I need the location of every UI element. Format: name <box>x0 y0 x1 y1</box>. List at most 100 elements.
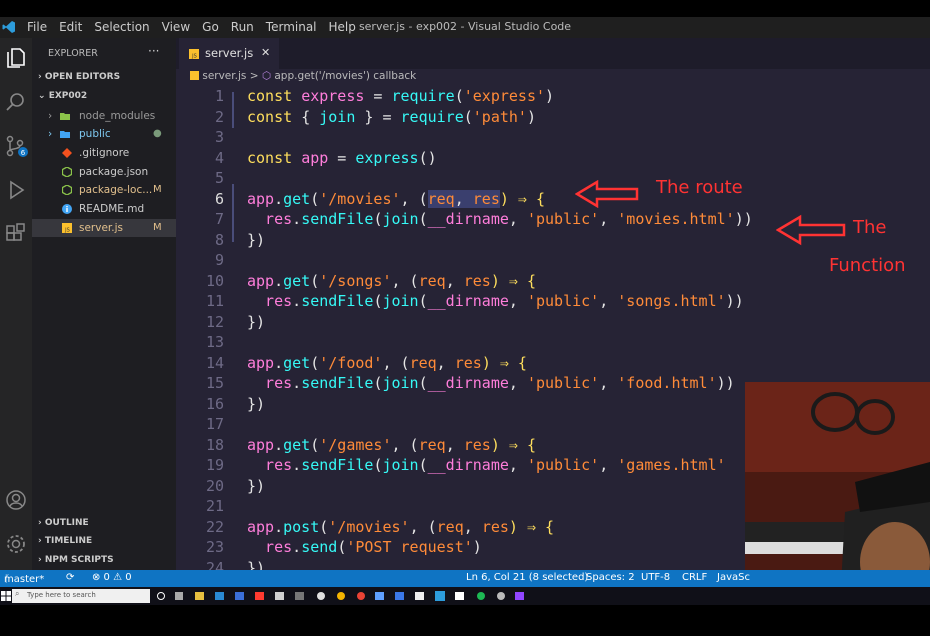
close-icon[interactable]: ✕ <box>261 46 270 59</box>
settings-gear-icon[interactable] <box>4 532 28 556</box>
npm-scripts-section[interactable]: › NPM SCRIPTS <box>38 555 114 565</box>
breadcrumb: server.js > ⬡ app.get('/movies') callbac… <box>190 70 416 84</box>
code-token: req <box>409 353 437 372</box>
code-token: join <box>382 374 419 392</box>
indentation-status[interactable]: Spaces: 2 <box>586 572 635 583</box>
code-token: { <box>301 107 320 126</box>
code-token: . <box>292 210 302 228</box>
code-token: ) <box>545 87 555 105</box>
tree-item-server-js[interactable]: JS server.js M <box>32 219 176 237</box>
annotation-function-2: Function <box>829 255 906 276</box>
code-token: post <box>283 517 320 536</box>
tree-item-label: server.js <box>79 222 123 234</box>
project-section[interactable]: ⌄ EXP002 <box>38 91 87 101</box>
code-token: app <box>301 148 329 167</box>
line-number: 10 <box>205 271 224 290</box>
indent-guide <box>232 184 234 242</box>
breadcrumb-symbol[interactable]: app.get('/movies') callback <box>274 70 416 82</box>
code-token: , ( <box>391 271 419 290</box>
line-number: 21 <box>205 497 224 515</box>
code-token: '/food' <box>319 353 383 372</box>
language-mode[interactable]: JavaSc <box>717 572 750 583</box>
breadcrumb-file[interactable]: server.js <box>202 70 246 82</box>
annotation-function-1: The <box>853 217 887 238</box>
tree-item-public[interactable]: › public ● <box>32 125 176 143</box>
code-token: app <box>247 435 275 454</box>
tree-item-node-modules[interactable]: › node_modules <box>32 107 176 125</box>
code-token: ) <box>472 538 482 556</box>
search-icon[interactable] <box>4 90 28 114</box>
sync-icon[interactable]: ⟳ <box>66 572 74 583</box>
taskbar-search-box[interactable]: ⌕ Type here to search <box>12 589 150 603</box>
chevron-right-icon: › <box>48 110 53 122</box>
code-token: , <box>599 210 618 228</box>
code-token: req <box>427 189 455 208</box>
outline-section[interactable]: › OUTLINE <box>38 518 89 528</box>
code-token: 'express' <box>463 87 546 105</box>
source-control-icon[interactable]: 6 <box>4 134 28 158</box>
code-token: 'games.html' <box>617 456 726 474</box>
eol-status[interactable]: CRLF <box>682 572 707 583</box>
code-token: ( <box>337 538 347 556</box>
code-token: res <box>247 374 293 392</box>
code-token: ( <box>463 107 473 126</box>
tree-item-package-json[interactable]: package.json <box>32 163 176 181</box>
code-token: req <box>436 517 464 536</box>
code-token: const <box>247 148 302 167</box>
svg-text:6: 6 <box>21 149 26 157</box>
code-token: join <box>319 107 356 126</box>
tab-server-js[interactable]: JS server.js ✕ <box>179 38 279 69</box>
code-token: 'movies.html' <box>617 210 735 228</box>
explorer-icon[interactable] <box>4 46 28 70</box>
cursor-position[interactable]: Ln 6, Col 21 (8 selected) <box>466 572 588 583</box>
code-token: , <box>445 435 464 454</box>
modified-badge: M <box>153 222 162 233</box>
account-icon[interactable] <box>4 488 28 512</box>
line-number: 3 <box>214 128 224 146</box>
code-token: res <box>481 517 509 536</box>
code-token: ( <box>310 271 320 290</box>
encoding-status[interactable]: UTF-8 <box>641 572 670 583</box>
code-token: , <box>508 456 527 474</box>
open-editors-section[interactable]: › OPEN EDITORS <box>38 72 120 82</box>
code-token: ) ⇒ { <box>499 189 546 208</box>
tree-item-readme[interactable]: README.md <box>32 200 176 218</box>
code-token: . <box>274 271 284 290</box>
windows-taskbar: ⌕ Type here to search <box>0 587 930 605</box>
code-token: . <box>274 353 284 372</box>
tree-item-gitignore[interactable]: .gitignore <box>32 144 176 162</box>
code-line: app.get('/movies', (req, res) ⇒ { <box>247 189 545 209</box>
code-line: app.get('/games', (req, res) ⇒ { <box>247 435 536 455</box>
code-token: 'public' <box>526 292 600 310</box>
taskbar-app-icons[interactable] <box>155 589 535 603</box>
code-token: 'public' <box>526 456 600 474</box>
extensions-icon[interactable] <box>4 222 28 246</box>
tree-item-package-lock[interactable]: package-loc... M <box>32 181 176 199</box>
code-token: )) <box>725 292 744 310</box>
code-token: express <box>355 148 419 167</box>
line-number: 20 <box>205 476 224 495</box>
problems-status[interactable]: ⊗ 0 ⚠ 0 <box>92 572 132 583</box>
code-token: '/movies' <box>328 517 410 536</box>
code-token: '/movies' <box>319 189 401 208</box>
more-actions-icon[interactable]: ··· <box>148 44 159 58</box>
code-token: ( <box>319 517 329 536</box>
windows-start-icon[interactable] <box>1 591 11 601</box>
run-debug-icon[interactable] <box>4 178 28 202</box>
code-token: )) <box>734 210 753 228</box>
line-number: 16 <box>205 394 224 413</box>
open-editors-label: OPEN EDITORS <box>44 72 121 82</box>
code-line: }) <box>247 312 266 331</box>
code-token: ) <box>526 107 536 126</box>
line-number: 8 <box>214 230 224 249</box>
folder-icon <box>60 113 70 120</box>
code-token: sendFile <box>301 456 374 474</box>
code-token: } = <box>355 107 401 126</box>
code-token: '/games' <box>319 435 392 454</box>
code-line: res.sendFile(join(__dirname, 'public', '… <box>247 209 753 229</box>
indent-guide <box>232 92 234 128</box>
line-number: 23 <box>205 538 224 556</box>
timeline-section[interactable]: › TIMELINE <box>38 536 92 546</box>
code-token: get <box>283 435 311 454</box>
code-token: , <box>599 456 618 474</box>
